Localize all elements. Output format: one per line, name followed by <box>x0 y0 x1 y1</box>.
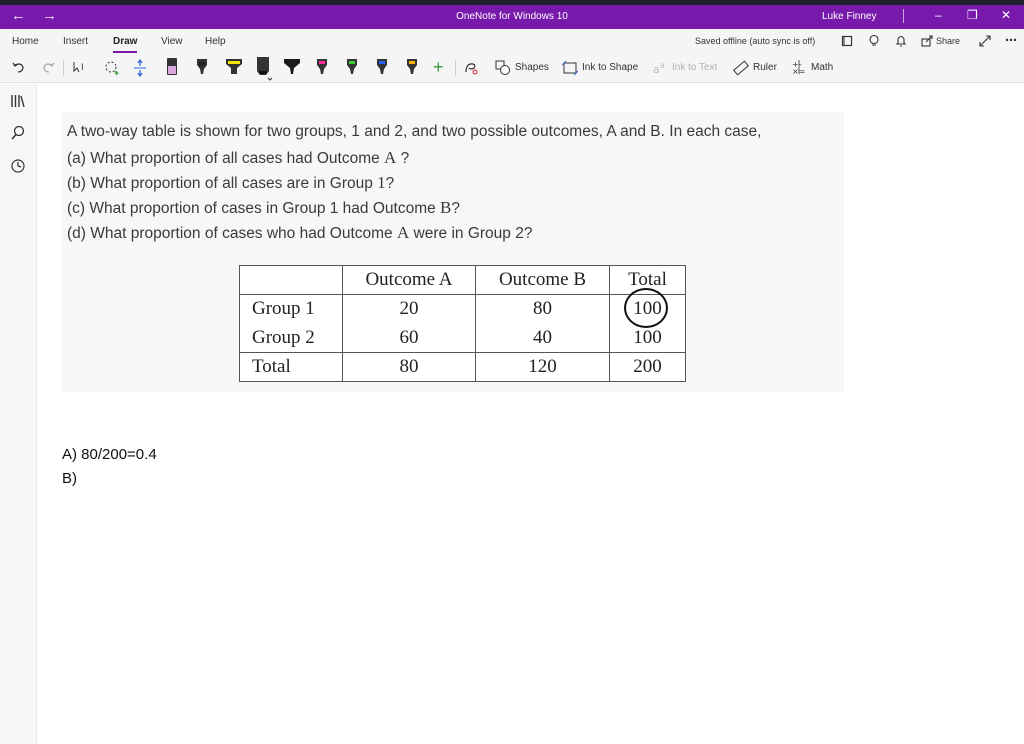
tab-view[interactable]: View <box>161 36 183 47</box>
table-header-cell <box>239 265 343 295</box>
table-cell: 20 <box>342 294 476 324</box>
recent-clock-icon[interactable] <box>9 157 27 175</box>
table-row: Group 2 60 40 100 <box>239 323 686 353</box>
svg-text:I: I <box>81 63 84 73</box>
lasso-select-icon[interactable] <box>104 60 120 76</box>
user-name[interactable]: Luke Finney <box>822 11 876 22</box>
table-cell: 200 <box>609 352 686 382</box>
table-header-cell: Outcome B <box>475 265 610 295</box>
pen-orange-icon[interactable] <box>405 57 419 79</box>
ink-to-shape-button[interactable]: Ink to Shape <box>582 62 638 73</box>
table-cell: 80 <box>475 294 610 324</box>
notebooks-icon[interactable] <box>9 92 27 110</box>
search-icon[interactable] <box>9 124 27 142</box>
add-pen-icon[interactable]: + <box>433 57 444 78</box>
title-separator <box>903 9 904 23</box>
tab-draw[interactable]: Draw <box>113 36 138 53</box>
minimize-icon[interactable]: – <box>935 8 942 22</box>
question-d: (d) What proportion of cases who had Out… <box>67 223 533 242</box>
table-cell: Group 2 <box>239 323 343 353</box>
answer-b[interactable]: B) <box>62 467 157 491</box>
ink-to-text-button: Ink to Text <box>672 62 718 73</box>
table-cell: 80 <box>342 352 476 382</box>
close-icon[interactable]: ✕ <box>1001 8 1011 22</box>
question-c: (c) What proportion of cases in Group 1 … <box>67 198 461 217</box>
add-space-icon[interactable] <box>133 59 147 77</box>
problem-image: A two-way table is shown for two groups,… <box>62 112 844 392</box>
table-row: Group 1 20 80 100 <box>239 294 686 324</box>
undo-icon[interactable] <box>12 60 26 74</box>
sync-status: Saved offline (auto sync is off) <box>695 36 816 46</box>
more-options-icon[interactable]: ⋯ <box>1005 33 1017 47</box>
ink-to-shape-icon[interactable] <box>562 60 578 76</box>
pen-blue-icon[interactable] <box>375 57 389 79</box>
pen-pink-icon[interactable] <box>315 57 329 79</box>
tab-insert[interactable]: Insert <box>63 36 88 47</box>
table-header-row: Outcome A Outcome B Total <box>239 265 686 295</box>
two-way-table: Outcome A Outcome B Total Group 1 20 80 … <box>239 265 686 382</box>
nav-sidebar <box>0 84 37 744</box>
type-select-icon[interactable]: I <box>72 60 90 74</box>
ruler-button[interactable]: Ruler <box>753 62 777 73</box>
shapes-button[interactable]: Shapes <box>515 62 549 73</box>
share-icon[interactable] <box>921 35 933 47</box>
problem-intro: A two-way table is shown for two groups,… <box>67 123 762 140</box>
share-button[interactable]: Share <box>936 36 960 46</box>
ruler-icon[interactable] <box>733 60 749 76</box>
toolbar-separator <box>455 60 456 76</box>
restore-icon[interactable]: ❐ <box>967 8 978 22</box>
ink-replay-icon[interactable] <box>463 60 479 76</box>
table-total-row: Total 80 120 200 <box>239 352 686 382</box>
expand-icon[interactable] <box>979 35 991 47</box>
highlighter-black-selected-icon[interactable] <box>254 55 274 83</box>
bell-icon[interactable] <box>895 34 907 48</box>
svg-text:a: a <box>653 63 660 76</box>
pen-black-icon[interactable] <box>195 57 209 79</box>
ink-to-text-icon: aa <box>653 61 665 76</box>
tab-home[interactable]: Home <box>12 36 39 47</box>
table-cell: 40 <box>475 323 610 353</box>
toolbar-separator <box>63 60 64 76</box>
highlighter-pen-icon[interactable] <box>165 57 179 79</box>
table-header-cell: Outcome A <box>342 265 476 295</box>
pen-black-wide-icon[interactable] <box>283 57 301 79</box>
math-icon[interactable]: +-×= <box>791 59 807 75</box>
pen-green-icon[interactable] <box>345 57 359 79</box>
ribbon-tabs: Home Insert Draw View Help Saved offline… <box>0 29 1024 53</box>
question-a: (a) What proportion of all cases had Out… <box>67 148 410 167</box>
math-button[interactable]: Math <box>811 62 833 73</box>
svg-text:a: a <box>660 61 665 70</box>
highlighter-yellow-icon[interactable] <box>225 57 243 79</box>
lightbulb-icon[interactable] <box>868 34 880 48</box>
answer-a[interactable]: A) 80/200=0.4 <box>62 443 157 467</box>
table-cell: Group 1 <box>239 294 343 324</box>
redo-icon[interactable] <box>41 60 55 74</box>
table-cell: 120 <box>475 352 610 382</box>
table-cell: 60 <box>342 323 476 353</box>
title-bar: ← → OneNote for Windows 10 Luke Finney –… <box>0 5 1024 29</box>
table-cell: Total <box>239 352 343 382</box>
answers-block[interactable]: A) 80/200=0.4 B) <box>62 443 157 491</box>
question-b: (b) What proportion of all cases are in … <box>67 173 395 192</box>
tab-help[interactable]: Help <box>205 36 226 47</box>
ink-circle-annotation[interactable] <box>624 288 668 328</box>
notebook-icon[interactable] <box>841 35 853 47</box>
draw-toolbar: I + Shapes Ink to Shape aa Ink to Text R… <box>0 53 1024 83</box>
shapes-icon[interactable] <box>495 60 511 76</box>
